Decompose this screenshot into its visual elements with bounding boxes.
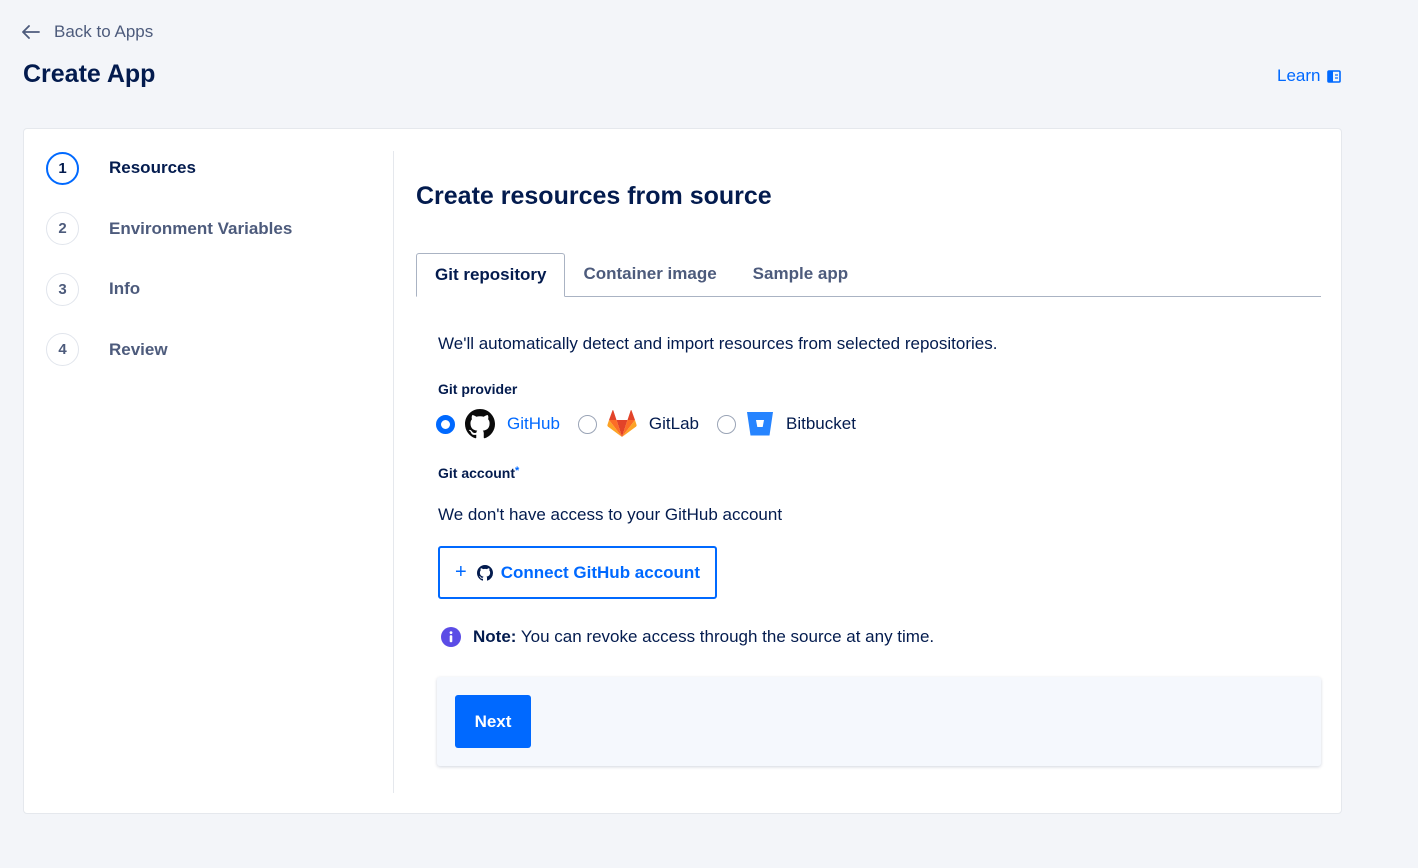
book-icon: [1327, 69, 1342, 83]
radio-github[interactable]: [436, 414, 455, 434]
back-to-apps-label: Back to Apps: [54, 22, 154, 41]
intro-text: We'll automatically detect and import re…: [438, 334, 998, 353]
create-app-page: Back to Apps Create App Learn 1 Resource…: [0, 0, 1418, 868]
radio-bitbucket[interactable]: [717, 414, 737, 434]
github-icon: [476, 564, 493, 581]
step-number: 2: [46, 212, 79, 245]
arrow-left-icon: [22, 25, 40, 39]
note-text: Note: You can revoke access through the …: [473, 627, 934, 647]
git-account-label-text: Git account: [438, 465, 516, 481]
github-icon: [465, 409, 495, 439]
step-number: 4: [46, 333, 79, 366]
step-info[interactable]: 3 Info: [46, 272, 292, 306]
revoke-access-note: Note: You can revoke access through the …: [441, 627, 934, 647]
provider-bitbucket[interactable]: Bitbucket: [717, 411, 856, 437]
section-title: Create resources from source: [416, 182, 772, 210]
note-body: You can revoke access through the source…: [516, 627, 935, 646]
stepper: 1 Resources 2 Environment Variables 3 In…: [46, 151, 292, 393]
step-label: Review: [109, 339, 168, 359]
required-marker: *: [515, 465, 520, 477]
plus-icon: +: [455, 561, 467, 583]
gitlab-icon: [607, 410, 637, 438]
page-title: Create App: [23, 60, 156, 88]
provider-name: Bitbucket: [786, 414, 856, 433]
tab-container-image[interactable]: Container image: [565, 251, 734, 296]
git-provider-label: Git provider: [438, 381, 518, 397]
radio-gitlab[interactable]: [577, 414, 597, 434]
next-button[interactable]: Next: [455, 695, 531, 748]
step-label: Resources: [109, 158, 196, 177]
action-footer: Next: [437, 677, 1321, 766]
step-number: 1: [46, 151, 79, 185]
connect-github-button[interactable]: + Connect GitHub account: [438, 546, 717, 599]
step-environment-variables[interactable]: 2 Environment Variables: [46, 212, 292, 246]
connect-button-label: Connect GitHub account: [500, 562, 700, 582]
step-label: Info: [109, 279, 141, 298]
no-access-text: We don't have access to your GitHub acco…: [438, 505, 783, 524]
step-label: Environment Variables: [109, 218, 293, 238]
bitbucket-icon: [746, 411, 774, 437]
create-app-card: 1 Resources 2 Environment Variables 3 In…: [23, 128, 1342, 814]
step-review[interactable]: 4 Review: [46, 333, 292, 367]
step-resources[interactable]: 1 Resources: [46, 151, 292, 185]
provider-gitlab[interactable]: GitLab: [577, 410, 700, 438]
learn-label: Learn: [1277, 66, 1321, 85]
back-to-apps-link[interactable]: Back to Apps: [22, 22, 153, 42]
source-tabs: Git repository Container image Sample ap…: [416, 252, 1321, 297]
learn-link[interactable]: Learn: [1277, 66, 1342, 86]
git-provider-radio-group: GitHub GitLab Bitbucket: [436, 408, 874, 440]
step-number: 3: [46, 272, 79, 306]
tab-git-repository[interactable]: Git repository: [416, 253, 566, 297]
tab-sample-app[interactable]: Sample app: [735, 251, 866, 296]
vertical-divider: [393, 151, 394, 793]
provider-name: GitHub: [507, 414, 560, 433]
git-account-label: Git account*: [438, 465, 519, 481]
provider-name: GitLab: [648, 414, 700, 433]
provider-github[interactable]: GitHub: [436, 409, 560, 439]
note-bold: Note:: [473, 627, 517, 646]
info-icon: [441, 627, 461, 647]
